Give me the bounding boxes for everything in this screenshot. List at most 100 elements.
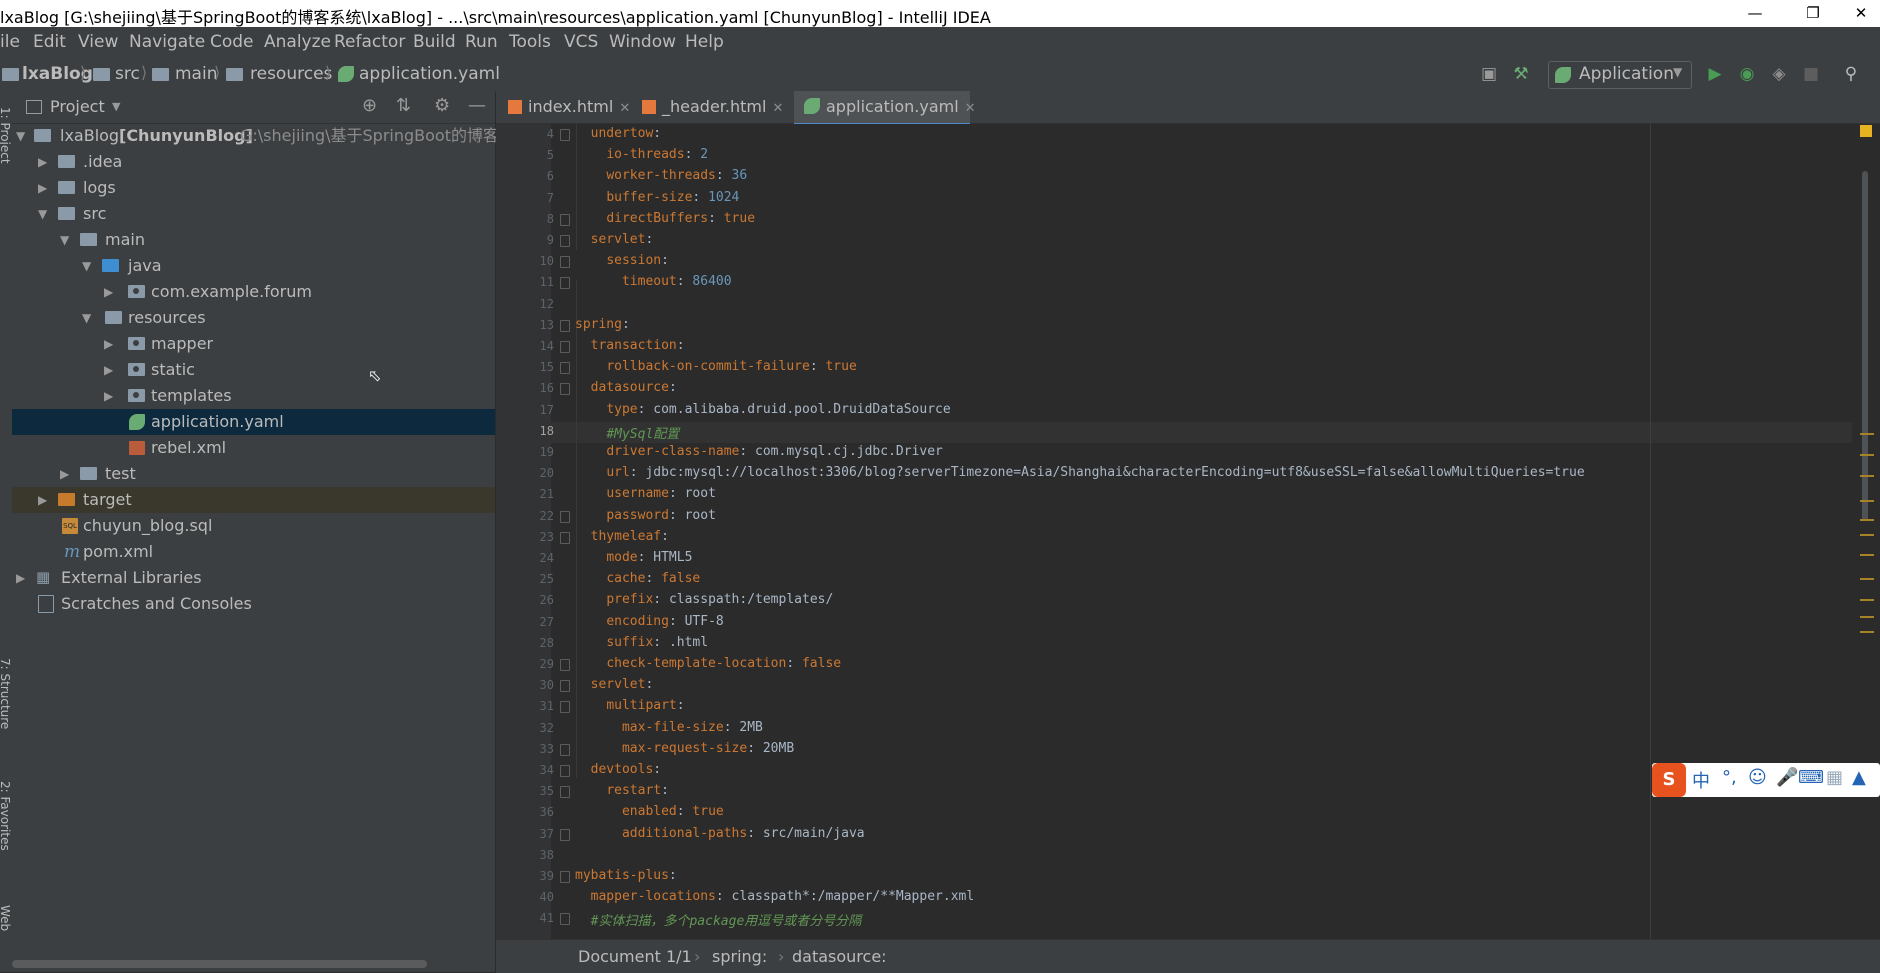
tree-item-package[interactable]: ▶ com.example.forum <box>12 279 495 305</box>
tab-index-html[interactable]: index.html ✕ <box>504 91 632 123</box>
collapsed-arrow-icon[interactable]: ▶ <box>104 279 118 305</box>
minimize-button[interactable]: — <box>1732 0 1778 27</box>
locate-target-icon[interactable]: ⊕ <box>362 95 377 116</box>
menu-tools[interactable]: Tools <box>509 32 551 52</box>
menu-build[interactable]: Build <box>413 32 456 52</box>
close-icon[interactable]: ✕ <box>772 101 783 116</box>
fold-marker-icon[interactable] <box>560 362 570 375</box>
fold-marker-icon[interactable] <box>560 256 570 269</box>
hide-panel-icon[interactable]: — <box>468 95 486 116</box>
layout-icon[interactable]: ▣ <box>1478 61 1500 87</box>
tree-item-templates[interactable]: ▶ templates <box>12 383 495 409</box>
fold-marker-icon[interactable] <box>560 913 570 926</box>
chevron-down-icon[interactable]: ▼ <box>112 100 120 113</box>
tree-item-main[interactable]: ▼ main <box>12 227 495 253</box>
maximize-button[interactable]: ❐ <box>1790 0 1836 27</box>
microphone-icon[interactable]: 🎤 <box>1776 767 1798 788</box>
expanded-arrow-icon[interactable]: ▼ <box>60 227 74 253</box>
coverage-icon[interactable]: ◈ <box>1768 61 1790 87</box>
warning-icon[interactable] <box>1860 125 1872 137</box>
usage-marker[interactable] <box>1860 454 1874 456</box>
gear-icon[interactable]: ⚙ <box>434 95 450 116</box>
collapsed-arrow-icon[interactable]: ▶ <box>38 487 52 513</box>
breadcrumb-file[interactable]: application.yaml <box>359 64 500 84</box>
tree-item-scratches[interactable]: Scratches and Consoles <box>12 591 495 617</box>
run-icon[interactable]: ▶ <box>1704 61 1726 87</box>
fold-marker-icon[interactable] <box>560 659 570 671</box>
fold-marker-icon[interactable] <box>560 129 570 141</box>
tree-item-static[interactable]: ▶ static <box>12 357 495 383</box>
debug-icon[interactable]: ◉ <box>1736 61 1758 87</box>
menu-window[interactable]: Window <box>609 32 676 52</box>
menu-navigate[interactable]: Navigate <box>129 32 205 52</box>
breadcrumb-resources[interactable]: resources <box>250 64 332 84</box>
menu-code[interactable]: Code <box>210 32 254 52</box>
collapsed-arrow-icon[interactable]: ▶ <box>16 565 30 591</box>
close-icon[interactable]: ✕ <box>965 101 976 116</box>
favorites-tool-window-tab[interactable]: 2: Favorites <box>0 781 12 851</box>
collapse-all-icon[interactable]: ⇅ <box>396 95 411 116</box>
collapsed-arrow-icon[interactable]: ▶ <box>104 357 118 383</box>
expanded-arrow-icon[interactable]: ▼ <box>82 253 96 279</box>
breadcrumb-src[interactable]: src <box>115 64 140 84</box>
tree-item-pom-xml[interactable]: m pom.xml <box>12 539 495 565</box>
collapsed-arrow-icon[interactable]: ▶ <box>38 175 52 201</box>
yaml-path-datasource[interactable]: datasource: <box>792 947 887 966</box>
tree-root-project[interactable]: ▼ lxaBlog [ChunyunBlog] G:\shejiing\基于Sp… <box>12 123 515 149</box>
collapsed-arrow-icon[interactable]: ▶ <box>104 383 118 409</box>
emoji-icon[interactable]: ☺ <box>1748 767 1767 788</box>
tree-item-test[interactable]: ▶ test <box>12 461 495 487</box>
menu-help[interactable]: Help <box>685 32 724 52</box>
usage-marker[interactable] <box>1860 500 1874 502</box>
document-indicator[interactable]: Document 1/1 <box>578 947 692 966</box>
tree-item-application-yaml[interactable]: application.yaml <box>12 409 495 435</box>
fold-marker-icon[interactable] <box>560 235 570 247</box>
fold-marker-icon[interactable] <box>560 680 570 693</box>
collapsed-arrow-icon[interactable]: ▶ <box>38 149 52 175</box>
fold-marker-icon[interactable] <box>560 213 570 226</box>
code-editor[interactable]: 4 undertow: 5 io-threads: 26 worker-threa… <box>496 124 1880 939</box>
usage-marker[interactable] <box>1860 433 1874 435</box>
menu-run[interactable]: Run <box>465 32 498 52</box>
usage-marker[interactable] <box>1860 631 1874 633</box>
ime-punctuation-label[interactable]: °, <box>1722 767 1737 788</box>
usage-marker[interactable] <box>1860 534 1874 536</box>
expanded-arrow-icon[interactable]: ▼ <box>16 123 30 149</box>
skin-icon[interactable]: ▲ <box>1852 767 1866 788</box>
fold-marker-icon[interactable] <box>560 319 570 332</box>
fold-marker-icon[interactable] <box>560 765 570 777</box>
tree-item-sql[interactable]: SQL chuyun_blog.sql <box>12 513 495 539</box>
tree-item-external-libraries[interactable]: ▶ ▦ External Libraries <box>12 565 495 591</box>
structure-tool-window-tab[interactable]: 7: Structure <box>0 658 12 729</box>
run-configuration-select[interactable]: Application ▼ <box>1548 61 1692 89</box>
fold-marker-icon[interactable] <box>560 531 570 544</box>
ime-mode-label[interactable]: 中 <box>1692 767 1710 793</box>
build-hammer-icon[interactable]: ⚒ <box>1509 61 1533 87</box>
menu-view[interactable]: View <box>78 32 118 52</box>
tree-item-idea[interactable]: ▶ .idea <box>12 149 495 175</box>
menu-edit[interactable]: Edit <box>33 32 66 52</box>
expanded-arrow-icon[interactable]: ▼ <box>82 305 96 331</box>
fold-marker-icon[interactable] <box>560 510 570 523</box>
menu-refactor[interactable]: Refactor <box>334 32 405 52</box>
fold-marker-icon[interactable] <box>560 383 570 396</box>
breadcrumb-main[interactable]: main <box>175 64 217 84</box>
ime-toolbar[interactable]: S 中 °, ☺ 🎤 ⌨ ▦ ▲ <box>1652 763 1880 797</box>
expanded-arrow-icon[interactable]: ▼ <box>38 201 52 227</box>
yaml-path-spring[interactable]: spring: <box>712 947 767 966</box>
fold-marker-icon[interactable] <box>560 871 570 883</box>
menu-file[interactable]: ile <box>0 32 20 52</box>
menu-analyze[interactable]: Analyze <box>264 32 331 52</box>
search-icon[interactable]: ⚲ <box>1840 61 1862 87</box>
usage-marker[interactable] <box>1860 475 1874 477</box>
usage-marker[interactable] <box>1860 578 1874 580</box>
tree-item-resources[interactable]: ▼ resources <box>12 305 495 331</box>
usage-marker[interactable] <box>1860 519 1874 521</box>
fold-marker-icon[interactable] <box>560 341 570 353</box>
collapsed-arrow-icon[interactable]: ▶ <box>60 461 74 487</box>
fold-marker-icon[interactable] <box>560 277 570 290</box>
usage-marker[interactable] <box>1860 616 1874 618</box>
close-icon[interactable]: ✕ <box>619 101 630 116</box>
tree-item-target[interactable]: ▶ target <box>12 487 495 513</box>
vertical-scrollbar[interactable] <box>1862 171 1868 521</box>
